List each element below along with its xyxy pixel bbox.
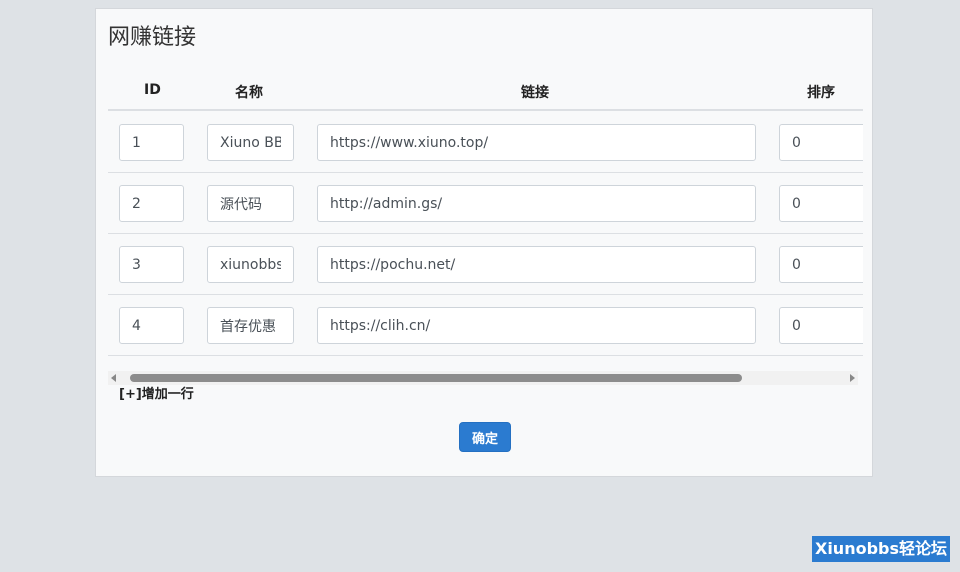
id-input[interactable]: [119, 185, 184, 222]
table-row: [108, 295, 863, 356]
order-input[interactable]: [779, 185, 863, 222]
confirm-button[interactable]: 确定: [459, 422, 511, 452]
header-id: ID: [144, 82, 161, 98]
table-row: [108, 173, 863, 234]
table-row: [108, 112, 863, 173]
link-input[interactable]: [317, 246, 756, 283]
name-input[interactable]: [207, 307, 294, 344]
order-input[interactable]: [779, 124, 863, 161]
link-input[interactable]: [317, 124, 756, 161]
links-table: ID 名称 链接 排序: [108, 69, 863, 367]
scroll-right-icon[interactable]: [850, 374, 855, 382]
name-input[interactable]: [207, 246, 294, 283]
table-header: ID 名称 链接 排序: [108, 69, 863, 111]
horizontal-scrollbar[interactable]: [108, 371, 858, 385]
header-order: 排序: [807, 85, 835, 101]
name-input[interactable]: [207, 185, 294, 222]
header-link: 链接: [521, 85, 549, 101]
link-input[interactable]: [317, 307, 756, 344]
scroll-left-icon[interactable]: [111, 374, 116, 382]
order-input[interactable]: [779, 307, 863, 344]
links-card: 网赚链接 ID 名称 链接 排序 1 Xiuno BBS https://www…: [95, 8, 873, 477]
add-row-link[interactable]: [+]增加一行: [119, 383, 194, 402]
link-input[interactable]: [317, 185, 756, 222]
name-input[interactable]: [207, 124, 294, 161]
scrollbar-thumb[interactable]: [130, 374, 742, 382]
card-title: 网赚链接: [108, 25, 197, 50]
order-input[interactable]: [779, 246, 863, 283]
id-input[interactable]: [119, 246, 184, 283]
table-row: [108, 234, 863, 295]
watermark-badge: Xiunobbs轻论坛: [812, 536, 950, 562]
id-input[interactable]: [119, 307, 184, 344]
header-name: 名称: [235, 85, 263, 101]
id-input[interactable]: [119, 124, 184, 161]
